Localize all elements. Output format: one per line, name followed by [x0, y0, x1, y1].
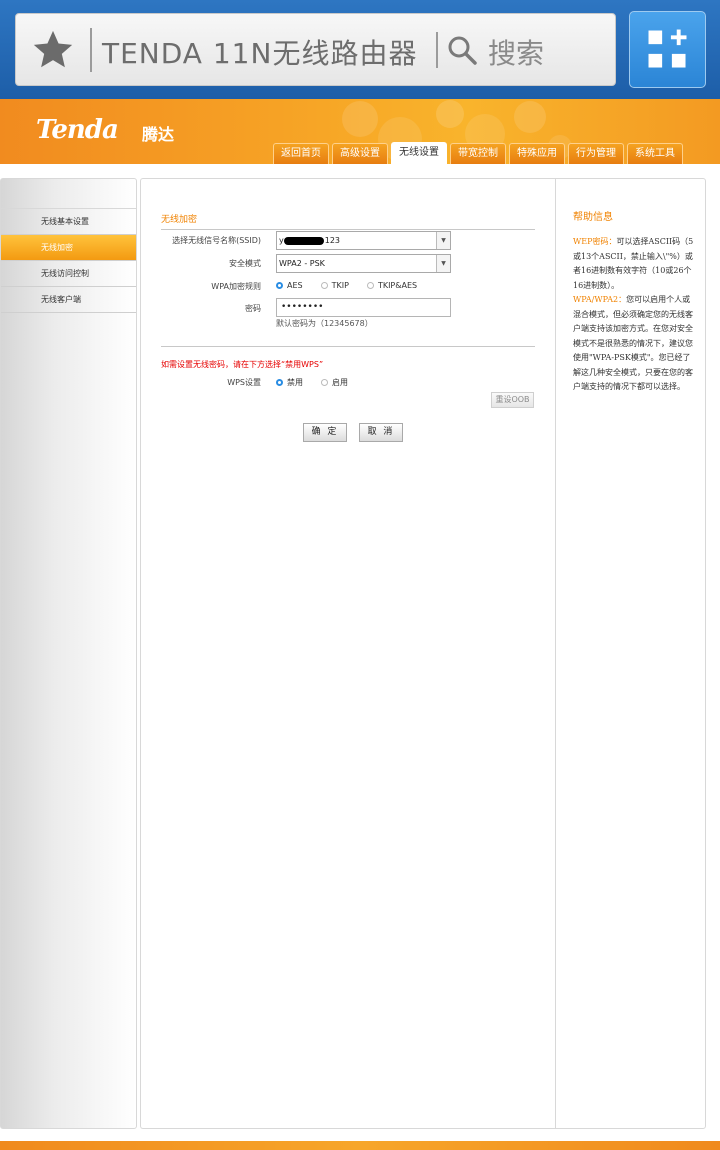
- tab-behavior[interactable]: 行为管理: [568, 143, 624, 164]
- address-bar[interactable]: TENDA 11N无线路由器 搜索: [15, 13, 616, 86]
- tab-bandwidth[interactable]: 带宽控制: [450, 143, 506, 164]
- security-mode-select[interactable]: WPA2 - PSK ▼: [276, 254, 451, 273]
- radio-wps-enable-label: 启用: [332, 378, 348, 387]
- radio-aes[interactable]: AES: [276, 281, 303, 290]
- radio-unchecked-icon: [320, 282, 328, 289]
- radio-wps-disable[interactable]: 禁用: [276, 377, 303, 388]
- router-header: Tenda 腾达 返回首页 高级设置 无线设置 带宽控制 特殊应用 行为管理 系…: [0, 99, 720, 164]
- help-wpa-text: 您可以启用个人或混合模式，但必须确定您的无线客户端支持该加密方式。在您对安全模式…: [573, 295, 693, 391]
- search-placeholder[interactable]: 搜索: [488, 32, 544, 72]
- tab-wireless[interactable]: 无线设置: [391, 142, 447, 164]
- radio-checked-icon: [276, 282, 283, 289]
- sidebar-header: [1, 179, 136, 209]
- radio-aes-label: AES: [287, 281, 303, 290]
- radio-tkip-label: TKIP: [331, 281, 349, 290]
- password-field[interactable]: ••••••••: [276, 298, 451, 317]
- radio-tkip[interactable]: TKIP: [320, 281, 349, 290]
- radio-wps-enable[interactable]: 启用: [321, 377, 348, 388]
- help-title: 帮助信息: [573, 212, 613, 223]
- password-label: 密码: [245, 304, 261, 313]
- bookmark-star-icon[interactable]: [30, 27, 76, 73]
- browser-toolbar: TENDA 11N无线路由器 搜索: [0, 0, 720, 99]
- address-text[interactable]: TENDA 11N无线路由器: [102, 32, 417, 72]
- radio-unchecked-icon: [321, 379, 328, 386]
- wpa-rule-label: WPA加密规则: [211, 282, 261, 291]
- section-divider: [161, 346, 535, 347]
- apps-grid-plus-icon: [648, 29, 687, 68]
- reset-oob-button[interactable]: 重设OOB: [491, 392, 534, 408]
- help-panel: 帮助信息 WEP密码：可以选择ASCII码（5或13个ASCII，禁止输入\"%…: [555, 178, 706, 1129]
- security-mode-label: 安全模式: [229, 259, 261, 268]
- apps-button[interactable]: [629, 11, 706, 88]
- sidebar-item-wireless-basic[interactable]: 无线基本设置: [1, 209, 136, 235]
- sidebar-item-clients[interactable]: 无线客户端: [1, 287, 136, 313]
- footer-strip: [0, 1141, 720, 1150]
- password-hint: 默认密码为（12345678）: [276, 319, 373, 328]
- cancel-button[interactable]: 取 消: [359, 423, 403, 442]
- ok-button[interactable]: 确 定: [303, 423, 347, 442]
- tab-special-apps[interactable]: 特殊应用: [509, 143, 565, 164]
- ssid-redaction: [283, 236, 324, 245]
- wps-warning-note: 如需设置无线密码，请在下方选择“禁用WPS”: [161, 360, 324, 369]
- radio-unchecked-icon: [366, 282, 374, 289]
- help-body: WEP密码：可以选择ASCII码（5或13个ASCII，禁止输入\"%）或者16…: [573, 235, 695, 395]
- radio-wps-disable-label: 禁用: [287, 378, 303, 387]
- ssid-label: 选择无线信号名称(SSID): [172, 236, 261, 245]
- radio-tkip-aes-label: TKIP&AES: [377, 281, 418, 290]
- radio-tkip-aes[interactable]: TKIP&AES: [366, 281, 418, 290]
- sidebar-item-wireless-security[interactable]: 无线加密: [1, 235, 136, 261]
- wps-label: WPS设置: [227, 378, 261, 387]
- search-icon[interactable]: [446, 34, 478, 66]
- section-title: 无线加密: [161, 215, 198, 225]
- chevron-down-icon: ▼: [436, 255, 450, 272]
- address-separator: [90, 28, 92, 72]
- tab-system-tools[interactable]: 系统工具: [627, 143, 683, 164]
- ssid-select[interactable]: y 123 ▼: [276, 231, 451, 250]
- help-wep-key: WEP密码：: [573, 237, 617, 246]
- wpa-rule-radios: AES TKIP TKIP&AES: [276, 281, 435, 290]
- radio-checked-icon: [276, 379, 283, 386]
- tab-advanced[interactable]: 高级设置: [332, 143, 388, 164]
- tenda-logo-cn: 腾达: [142, 125, 175, 144]
- sidebar-item-access-control[interactable]: 无线访问控制: [1, 261, 136, 287]
- section-divider: [161, 229, 535, 230]
- sidebar: 无线基本设置 无线加密 无线访问控制 无线客户端: [0, 178, 137, 1129]
- tenda-logo: Tenda: [36, 115, 119, 145]
- chevron-down-icon: ▼: [436, 232, 450, 249]
- security-mode-value: WPA2 - PSK: [279, 259, 325, 268]
- main-nav-tabs: 返回首页 高级设置 无线设置 带宽控制 特殊应用 行为管理 系统工具: [273, 142, 683, 164]
- ssid-suffix: 123: [324, 236, 341, 245]
- search-separator: [436, 32, 438, 68]
- help-wpa-key: WPA/WPA2：: [573, 295, 627, 304]
- tab-home[interactable]: 返回首页: [273, 143, 329, 164]
- wps-radios: 禁用 启用: [276, 377, 366, 388]
- main-panel: 无线加密 选择无线信号名称(SSID) y 123 ▼ 安全模式 WPA2 - P…: [140, 178, 555, 1129]
